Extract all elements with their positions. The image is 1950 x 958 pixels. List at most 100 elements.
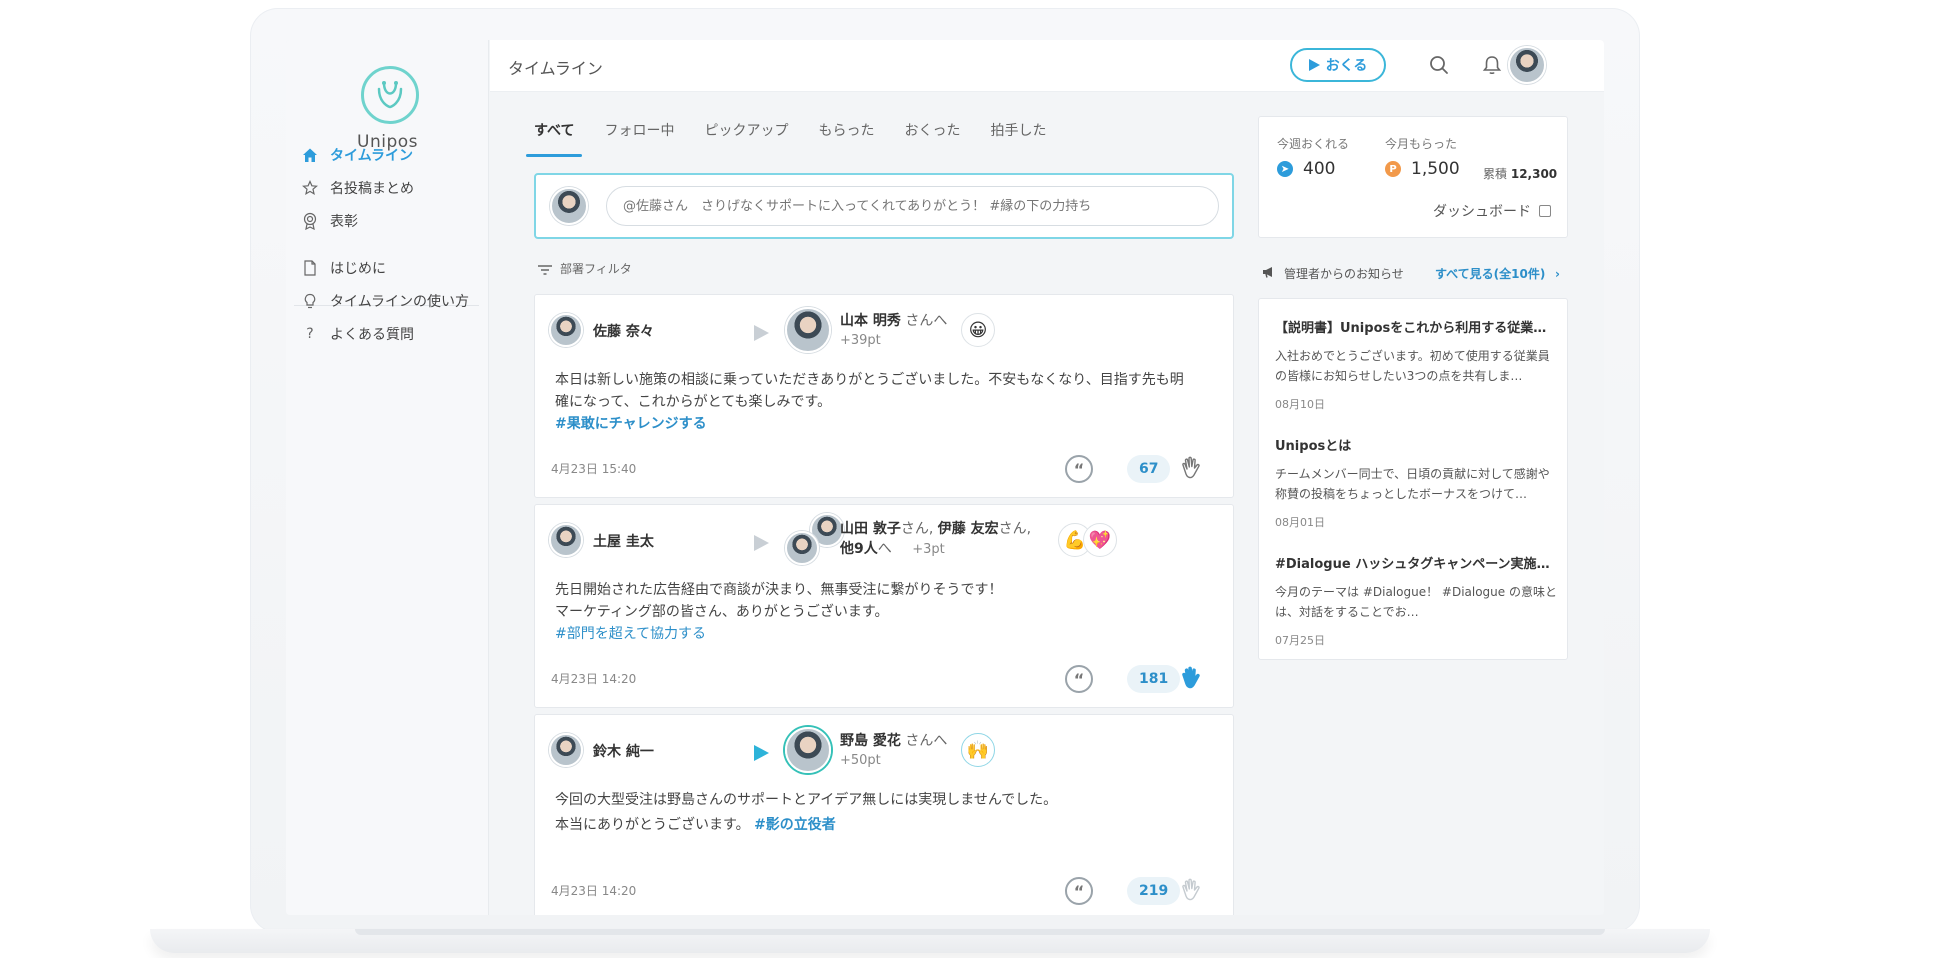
author-avatar[interactable] — [549, 313, 583, 347]
cumulative-label: 累積 — [1483, 167, 1508, 181]
sidebar-item-awards[interactable]: 表彰 — [300, 210, 358, 232]
sidebar: Unipos タイムライン 名投稿まとめ 表彰 はじめに タイムラインの使い方 … — [286, 40, 489, 915]
admin-notices: 【説明書】Uniposをこれから利用する従業員へ 入社おめでとうございます。初め… — [1258, 298, 1568, 660]
notice-item[interactable]: Uniposとは チームメンバー同士で、日頃の貢献に対して感謝や称賛の投稿をちょ… — [1275, 435, 1559, 530]
clap-hand-icon[interactable] — [1178, 454, 1208, 484]
user-avatar[interactable] — [1508, 46, 1546, 84]
recipient-suffix: さんへ — [905, 313, 948, 329]
post-hashtag[interactable]: #果敢にチャレンジする — [555, 413, 1215, 435]
post-author[interactable]: 土屋 圭太 — [593, 531, 654, 551]
tab-received[interactable]: もらった — [818, 115, 874, 157]
question-icon: ? — [306, 326, 314, 342]
star-icon — [300, 178, 320, 198]
recipient-more: 他9人 — [840, 541, 878, 557]
sidebar-item-label: よくある質問 — [330, 327, 414, 343]
tab-sent[interactable]: おくった — [904, 115, 960, 157]
quote-icon[interactable]: “ — [1065, 665, 1093, 693]
notice-title: #Dialogue ハッシュタグキャンペーン実施中！ — [1275, 557, 1559, 572]
tab-following[interactable]: フォロー中 — [604, 115, 674, 157]
department-filter[interactable]: 部署フィルタ — [538, 260, 632, 277]
sidebar-item-getting-started[interactable]: はじめに — [300, 257, 386, 279]
recipient-suffix: へ — [877, 541, 892, 557]
reaction-stamp[interactable]: 🙌 — [961, 733, 995, 767]
points-value: +50pt — [840, 753, 881, 768]
points-summary: 今週おくれる ➤ 400 今月もらった P 1,500 累積 12,300 ダッ… — [1258, 116, 1568, 238]
weekly-label: 今週おくれる — [1277, 137, 1350, 151]
award-icon — [300, 211, 320, 231]
clap-hand-icon[interactable] — [1178, 664, 1208, 694]
unipos-logo-icon[interactable] — [361, 66, 419, 124]
recipient-name[interactable]: 野島 愛花 さんへ — [840, 731, 947, 751]
clap-count[interactable]: 219 — [1127, 877, 1181, 905]
composer-input[interactable] — [606, 186, 1219, 226]
notice-item[interactable]: 【説明書】Uniposをこれから利用する従業員へ 入社おめでとうございます。初め… — [1275, 317, 1559, 412]
weekly-value: 400 — [1303, 159, 1336, 179]
notice-date: 07月25日 — [1275, 634, 1325, 647]
post-text-line: 本日は新しい施策の相談に乗っていただきありがとうございました。不安もなくなり、目… — [555, 372, 1184, 388]
weekly-points: ➤ 400 — [1277, 159, 1335, 179]
bell-icon[interactable] — [1481, 54, 1505, 78]
sidebar-item-faq[interactable]: ? よくある質問 — [300, 323, 414, 345]
post-body: 本日は新しい施策の相談に乗っていただきありがとうございました。不安もなくなり、目… — [555, 369, 1215, 435]
admin-notices-label: 管理者からのお知らせ — [1284, 267, 1404, 281]
cumulative-points: 累積 12,300 — [1483, 165, 1557, 182]
post-text-line: 本当にありがとうございます。 #影の立役者 — [555, 814, 1215, 836]
document-icon — [300, 258, 320, 278]
post-author[interactable]: 鈴木 純一 — [593, 741, 654, 761]
recipient-avatar[interactable] — [785, 727, 831, 773]
author-avatar[interactable] — [549, 733, 583, 767]
monthly-points: P 1,500 — [1385, 159, 1460, 179]
recipient-name-text: 山本 明秀 — [840, 313, 901, 329]
tab-all[interactable]: すべて — [525, 115, 584, 157]
sidebar-item-timeline-guide[interactable]: タイムラインの使い方 — [300, 290, 469, 312]
top-header: タイムライン おくる — [490, 40, 1604, 92]
send-button[interactable]: おくる — [1290, 48, 1386, 82]
author-avatar[interactable] — [549, 523, 583, 557]
post-author[interactable]: 佐藤 奈々 — [593, 321, 654, 341]
recipient-suffix: さん, — [900, 521, 934, 537]
admin-notices-header: 管理者からのお知らせ すべて見る(全10件) › — [1262, 265, 1568, 282]
tab-clapped[interactable]: 拍手した — [990, 115, 1046, 157]
clap-hand-icon[interactable] — [1178, 876, 1208, 906]
composer-avatar — [550, 187, 588, 225]
app-screen: Unipos タイムライン 名投稿まとめ 表彰 はじめに タイムラインの使い方 … — [286, 40, 1604, 915]
recipient-suffix: さん, — [998, 521, 1032, 537]
sidebar-item-label: タイムライン — [330, 148, 414, 164]
sidebar-item-best-posts[interactable]: 名投稿まとめ — [300, 177, 414, 199]
quote-icon[interactable]: “ — [1065, 455, 1093, 483]
recipient-name[interactable]: 山本 明秀 さんへ — [840, 311, 947, 331]
dashboard-link[interactable]: ダッシュボード — [1433, 201, 1551, 221]
points-value: +39pt — [840, 333, 881, 348]
recipient-avatar[interactable] — [785, 531, 819, 565]
notice-title: 【説明書】Uniposをこれから利用する従業員へ — [1275, 321, 1559, 336]
notice-date: 08月01日 — [1275, 516, 1325, 529]
clap-count[interactable]: 67 — [1127, 455, 1171, 483]
send-direction-icon — [754, 745, 769, 761]
chevron-right-icon[interactable]: › — [1555, 267, 1560, 281]
sidebar-item-timeline[interactable]: タイムライン — [300, 144, 413, 166]
quote-icon[interactable]: “ — [1065, 877, 1093, 905]
recipient-suffix: さんへ — [905, 733, 948, 749]
reaction-stamp[interactable]: 💖 — [1083, 523, 1117, 557]
recipient-avatar[interactable] — [785, 307, 831, 353]
home-icon — [300, 145, 320, 165]
notice-item[interactable]: #Dialogue ハッシュタグキャンペーン実施中！ 今月のテーマは #Dial… — [1275, 553, 1559, 648]
post-hashtag[interactable]: #影の立役者 — [754, 817, 836, 833]
see-all-link[interactable]: すべて見る(全10件) — [1435, 265, 1545, 282]
external-link-icon — [1539, 205, 1551, 217]
reaction-stamp[interactable]: 😀 — [961, 313, 995, 347]
post-body: 先日開始された広告経由で商談が決まり、無事受注に繋がりそうです！ マーケティング… — [555, 579, 1215, 645]
post-card: 土屋 圭太 山田 敦子さん, 伊藤 友宏さん, 他9人へ +3pt 💪 💖 先日… — [534, 504, 1234, 708]
clap-count[interactable]: 181 — [1127, 665, 1181, 693]
send-button-label: おくる — [1325, 58, 1368, 74]
notice-text: 入社おめでとうございます。初めて使用する従業員の皆様にお知らせしたい3つの点を共… — [1275, 349, 1550, 383]
post-hashtag[interactable]: #部門を超えて協力する — [555, 623, 1215, 645]
send-arrow-icon — [1308, 59, 1320, 71]
send-coin-icon: ➤ — [1277, 161, 1293, 177]
tab-pickup[interactable]: ピックアップ — [704, 115, 788, 157]
recipient-names[interactable]: 山田 敦子さん, 伊藤 友宏さん, 他9人へ +3pt — [840, 519, 1031, 560]
recipient-name-text: 山田 敦子 — [840, 521, 901, 537]
post-timestamp: 4月23日 14:20 — [551, 884, 637, 898]
sidebar-item-label: 名投稿まとめ — [330, 181, 414, 197]
search-icon[interactable] — [1428, 54, 1452, 78]
